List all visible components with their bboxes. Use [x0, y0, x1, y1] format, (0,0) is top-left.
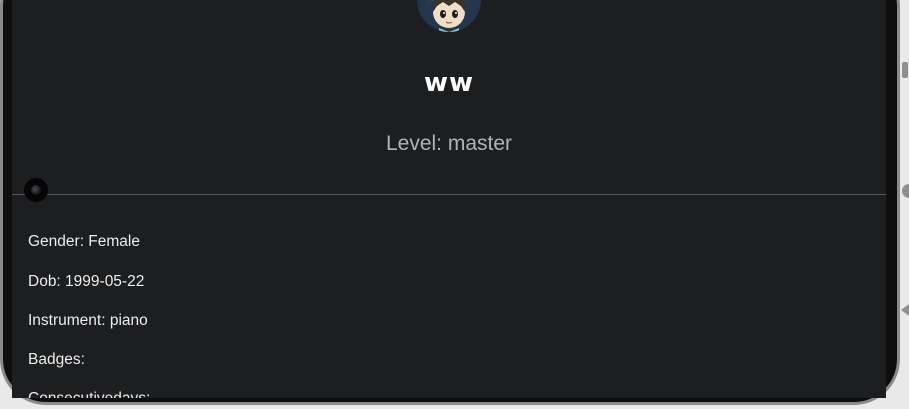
- divider: [12, 194, 886, 195]
- instrument-text: Instrument: piano: [28, 312, 148, 329]
- avatar-illustration: [417, 0, 481, 32]
- badges-text: Badges:: [28, 351, 85, 368]
- front-camera-icon: [24, 178, 48, 202]
- gender-text: Gender: Female: [28, 233, 140, 250]
- dob-text: Dob: 1999-05-22: [28, 273, 145, 290]
- nav-recents-icon[interactable]: [902, 62, 908, 78]
- avatar[interactable]: [417, 0, 481, 32]
- username: ww: [423, 68, 475, 98]
- nav-back-icon[interactable]: [901, 304, 909, 316]
- user-level: Level: master: [385, 132, 513, 155]
- profile-screen: ww Level: master Gender: Female Dob: 199…: [12, 0, 886, 398]
- consecutive-days-text: Consecutivedays:: [28, 390, 150, 398]
- nav-home-icon[interactable]: [902, 184, 909, 198]
